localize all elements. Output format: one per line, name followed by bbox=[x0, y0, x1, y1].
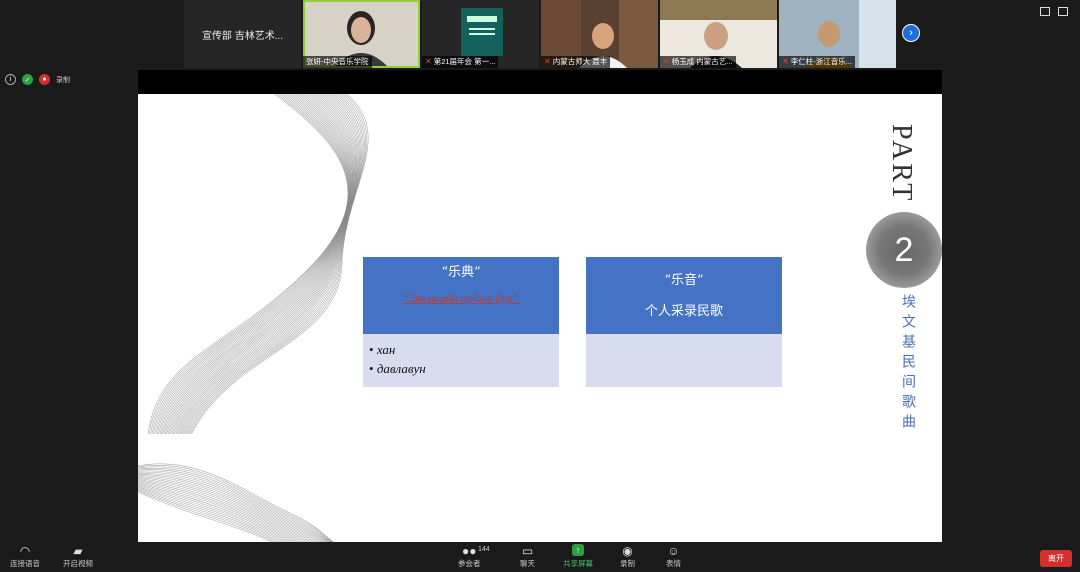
info-icon[interactable]: i bbox=[5, 74, 16, 85]
meeting-status: i ✓ ● 录制 bbox=[5, 74, 70, 85]
content-box-right: “乐音” 个人采录民歌 bbox=[586, 257, 782, 387]
smiley-icon: ☺ bbox=[667, 544, 680, 558]
list-item: давлавун bbox=[369, 359, 559, 378]
content-box-left: “乐典” “Эвенкийн ардын дуу” хан давлавун bbox=[363, 257, 559, 387]
view-controls bbox=[1040, 7, 1068, 16]
share-header bbox=[138, 70, 942, 94]
part-number: 2 bbox=[894, 230, 914, 269]
section-title: 埃文基民间歌曲 bbox=[900, 294, 916, 434]
audio-label: 连接语音 bbox=[10, 559, 40, 568]
fullscreen-icon[interactable] bbox=[1058, 7, 1068, 16]
box-body bbox=[586, 334, 782, 387]
mic-off-icon: ✕ bbox=[425, 57, 432, 66]
participant-tile[interactable]: ✕ 李仁柱-浙江音乐... bbox=[779, 0, 896, 68]
gallery-view-icon[interactable] bbox=[1040, 7, 1050, 16]
participant-label: ✕ 杨玉成 内蒙古艺... bbox=[660, 56, 736, 68]
participants-icon: ●● bbox=[462, 544, 477, 558]
participant-label: 张妍-中央音乐学院 bbox=[303, 56, 372, 68]
participant-tile[interactable]: ✕ 杨玉成 内蒙古艺... bbox=[660, 0, 777, 68]
list-item: хан bbox=[369, 340, 559, 359]
bullet-list: хан давлавун bbox=[369, 340, 559, 378]
camera-off-icon: ▰ bbox=[73, 544, 83, 558]
part-label: PART bbox=[886, 124, 917, 204]
video-gallery: 宣传部 吉林艺术... 张妍-中央音乐学院 ✕ 第21届年会 第一... ✕ 内蒙古… bbox=[184, 0, 896, 68]
chat-icon: ▭ bbox=[521, 544, 534, 558]
reactions-button[interactable]: ☺ 表情 bbox=[666, 544, 681, 569]
box-header: “乐音” 个人采录民歌 bbox=[586, 257, 782, 334]
chevron-right-icon: › bbox=[909, 27, 913, 39]
participants-label: 参会者 bbox=[458, 559, 481, 568]
headphones-icon: ◠ bbox=[19, 544, 31, 558]
box-body: хан давлавун bbox=[363, 334, 559, 387]
box-title: “乐典” bbox=[441, 265, 481, 280]
gallery-next-button[interactable]: › bbox=[902, 24, 920, 42]
box-header: “乐典” “Эвенкийн ардын дуу” bbox=[363, 257, 559, 334]
video-button[interactable]: ▰ 开启视频 bbox=[63, 544, 93, 569]
participant-tile[interactable]: 张妍-中央音乐学院 bbox=[303, 0, 420, 68]
participant-label: ✕ 李仁柱-浙江音乐... bbox=[779, 56, 855, 68]
video-label: 开启视频 bbox=[63, 559, 93, 568]
participant-tile[interactable]: 宣传部 吉林艺术... bbox=[184, 0, 301, 68]
participant-tile[interactable]: ✕ 内蒙古师大 聂丰 bbox=[541, 0, 658, 68]
share-label: 共享屏幕 bbox=[563, 559, 593, 568]
audio-button[interactable]: ◠ 连接语音 bbox=[10, 544, 40, 569]
share-arrow-icon: ↑ bbox=[571, 544, 585, 556]
mic-off-icon: ✕ bbox=[663, 57, 670, 66]
box-title: “乐音” bbox=[664, 273, 704, 288]
mic-off-icon: ✕ bbox=[544, 57, 551, 66]
leave-button[interactable]: 离开 bbox=[1040, 550, 1072, 567]
part-number-circle: 2 bbox=[866, 212, 942, 288]
participant-tile[interactable]: ✕ 第21届年会 第一... bbox=[422, 0, 539, 68]
record-circle-icon: ◉ bbox=[622, 544, 633, 558]
chat-button[interactable]: ▭ 聊天 bbox=[520, 544, 535, 569]
reactions-label: 表情 bbox=[666, 559, 681, 568]
record-icon: ● bbox=[39, 74, 50, 85]
participant-count: 144 bbox=[478, 546, 490, 553]
shield-icon[interactable]: ✓ bbox=[22, 74, 33, 85]
participant-name: 宣传部 吉林艺术... bbox=[201, 30, 284, 42]
mic-off-icon: ✕ bbox=[782, 57, 789, 66]
participant-label: ✕ 内蒙古师大 聂丰 bbox=[541, 56, 611, 68]
participant-label: ✕ 第21届年会 第一... bbox=[422, 56, 499, 68]
recording-label: 录制 bbox=[56, 76, 70, 84]
shared-slide: PART 2 埃文基民间歌曲 “乐典” “Эвенкийн ардын дуу”… bbox=[138, 94, 942, 542]
meeting-toolbar: ◠ 连接语音 ▰ 开启视频 ●● 参会者 144 ▭ 聊天 ↑ 共享屏幕 ◉ 录… bbox=[0, 542, 1080, 572]
record-button[interactable]: ◉ 录制 bbox=[620, 544, 635, 569]
box-subtitle: 个人采录民歌 bbox=[644, 304, 723, 319]
share-screen-button[interactable]: ↑ 共享屏幕 bbox=[563, 544, 593, 569]
box-red-text: “Эвенкийн ардын дуу” bbox=[403, 291, 519, 305]
record-label: 录制 bbox=[620, 559, 635, 568]
chat-label: 聊天 bbox=[520, 559, 535, 568]
